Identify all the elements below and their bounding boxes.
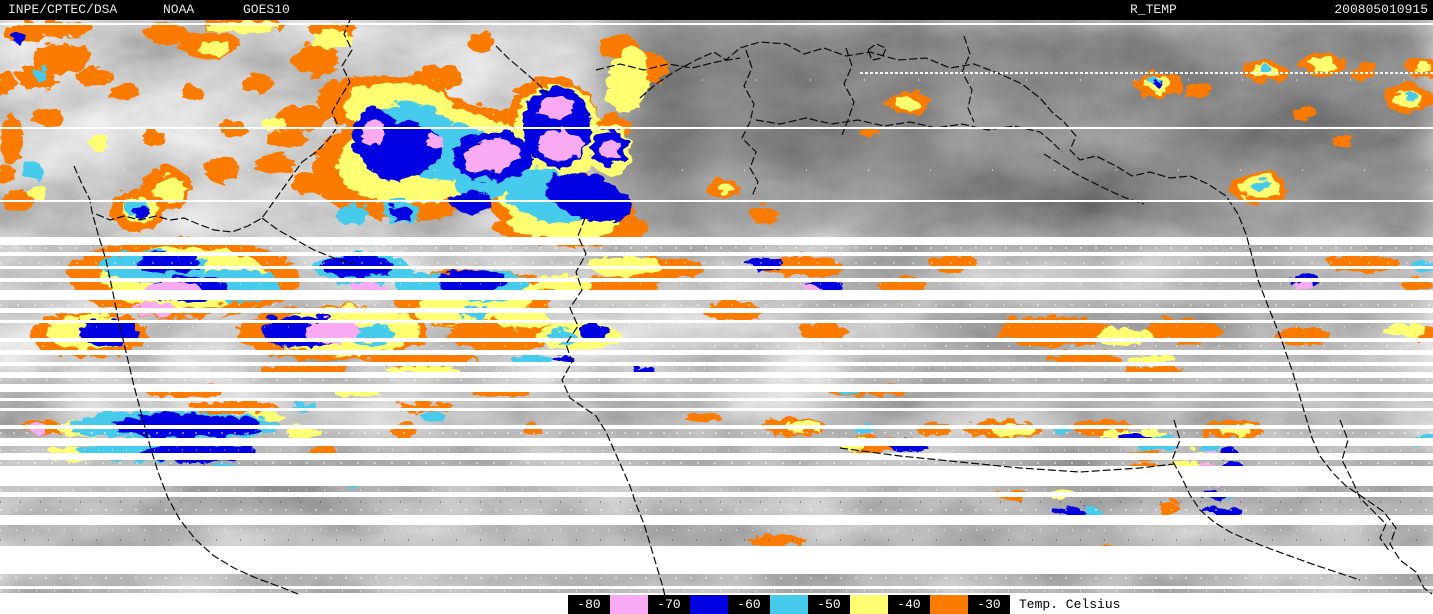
temp-blob <box>529 202 561 218</box>
temp-blob <box>1052 504 1084 514</box>
dropout-stripe <box>0 453 1433 460</box>
satellite-label: GOES10 <box>243 2 290 17</box>
dropout-stripe <box>0 466 1433 486</box>
temp-blob <box>1402 89 1414 97</box>
legend-swatch <box>690 595 728 614</box>
temp-blob <box>138 128 162 142</box>
temp-blob <box>20 159 40 177</box>
dropout-stripe <box>0 515 1433 525</box>
temp-blob <box>258 113 282 127</box>
temp-blob <box>332 203 368 221</box>
dropout-stripe <box>0 408 1433 411</box>
dropout-stripe <box>0 338 1433 342</box>
temp-blob <box>1181 80 1209 96</box>
temp-blob <box>547 326 573 340</box>
title-bar: INPE/CPTEC/DSA NOAA GOES10 R_TEMP 200805… <box>0 0 1433 20</box>
timestamp-label: 200805010915 <box>1334 2 1428 17</box>
dropout-stripe <box>0 237 1433 245</box>
temp-blob <box>252 151 292 173</box>
temp-blob <box>714 181 730 191</box>
dropout-stripe <box>0 266 1433 269</box>
temp-blob <box>746 204 774 220</box>
legend-title: Temp. Celsius <box>1019 597 1121 612</box>
temp-blob <box>536 93 572 115</box>
temp-blob <box>422 133 440 147</box>
temp-blob <box>1250 178 1266 188</box>
temp-blob <box>106 82 134 98</box>
temp-blob <box>74 65 110 85</box>
agency-label: INPE/CPTEC/DSA <box>8 2 118 17</box>
temp-blob <box>304 316 356 340</box>
legend-label: -70 <box>648 595 690 614</box>
temp-blob <box>893 93 917 107</box>
scanline-dropout-layer <box>0 237 1433 614</box>
temp-blob <box>310 26 350 46</box>
temp-blob <box>25 183 45 197</box>
legend-label: -40 <box>888 595 930 614</box>
temp-blob <box>8 28 22 40</box>
temp-blob <box>418 410 442 418</box>
temp-blob <box>29 106 61 124</box>
dropout-stripe <box>0 492 1433 497</box>
temp-blob <box>1140 316 1220 340</box>
temp-blob <box>178 83 202 97</box>
temp-blob <box>1330 135 1350 145</box>
dropout-stripe <box>0 252 1433 256</box>
temp-blob <box>1378 321 1422 335</box>
temp-blob <box>1196 504 1240 512</box>
temp-blob <box>596 135 618 157</box>
legend-swatch <box>610 595 648 614</box>
temp-blob <box>288 400 312 408</box>
temp-blob <box>239 71 271 89</box>
dropout-stripe <box>0 362 1433 366</box>
legend-label: -50 <box>808 595 850 614</box>
dropout-stripe <box>0 350 1433 355</box>
temp-blob <box>216 117 244 133</box>
dropout-stripe <box>0 372 1433 378</box>
dropout-stripe <box>0 398 1433 401</box>
satellite-image <box>0 20 1433 614</box>
temp-blob <box>129 202 145 214</box>
dropout-stripe <box>0 278 1433 282</box>
temp-blob <box>110 411 260 435</box>
temp-blob <box>200 153 234 181</box>
temp-blob <box>1256 62 1268 70</box>
temp-blob <box>83 133 107 147</box>
temp-blob <box>1288 104 1312 116</box>
product-label: R_TEMP <box>1130 2 1177 17</box>
legend-swatch <box>850 595 888 614</box>
dropout-stripe <box>0 425 1433 429</box>
temp-blob <box>1413 60 1431 70</box>
legend-label: -60 <box>728 595 770 614</box>
dropout-stripe <box>0 308 1433 313</box>
temp-blob <box>533 127 581 157</box>
temp-blob <box>1346 63 1374 77</box>
temp-blob <box>151 174 183 200</box>
legend-label: -80 <box>568 595 610 614</box>
temp-blob <box>194 37 226 53</box>
legend-swatch <box>770 595 808 614</box>
dropout-stripe <box>0 586 1433 589</box>
network-label: NOAA <box>163 2 195 17</box>
dropout-stripe <box>0 546 1433 574</box>
dropout-stripe <box>0 320 1433 323</box>
temp-blob <box>798 281 822 291</box>
legend-label: -30 <box>968 595 1010 614</box>
temp-blob <box>29 66 47 78</box>
temp-blob <box>1307 55 1333 69</box>
dropout-stripe <box>0 290 1433 300</box>
temp-blob <box>387 203 409 217</box>
dropout-stripe <box>0 384 1433 392</box>
legend: -80 -70 -60 -50 -40 -30 Temp. Celsius <box>568 595 1120 614</box>
satellite-map-svg <box>0 20 1433 614</box>
temp-blob <box>747 531 803 543</box>
temp-blob <box>465 30 489 50</box>
legend-swatch <box>930 595 968 614</box>
dropout-stripe <box>0 438 1433 446</box>
temp-blob <box>1149 77 1161 85</box>
